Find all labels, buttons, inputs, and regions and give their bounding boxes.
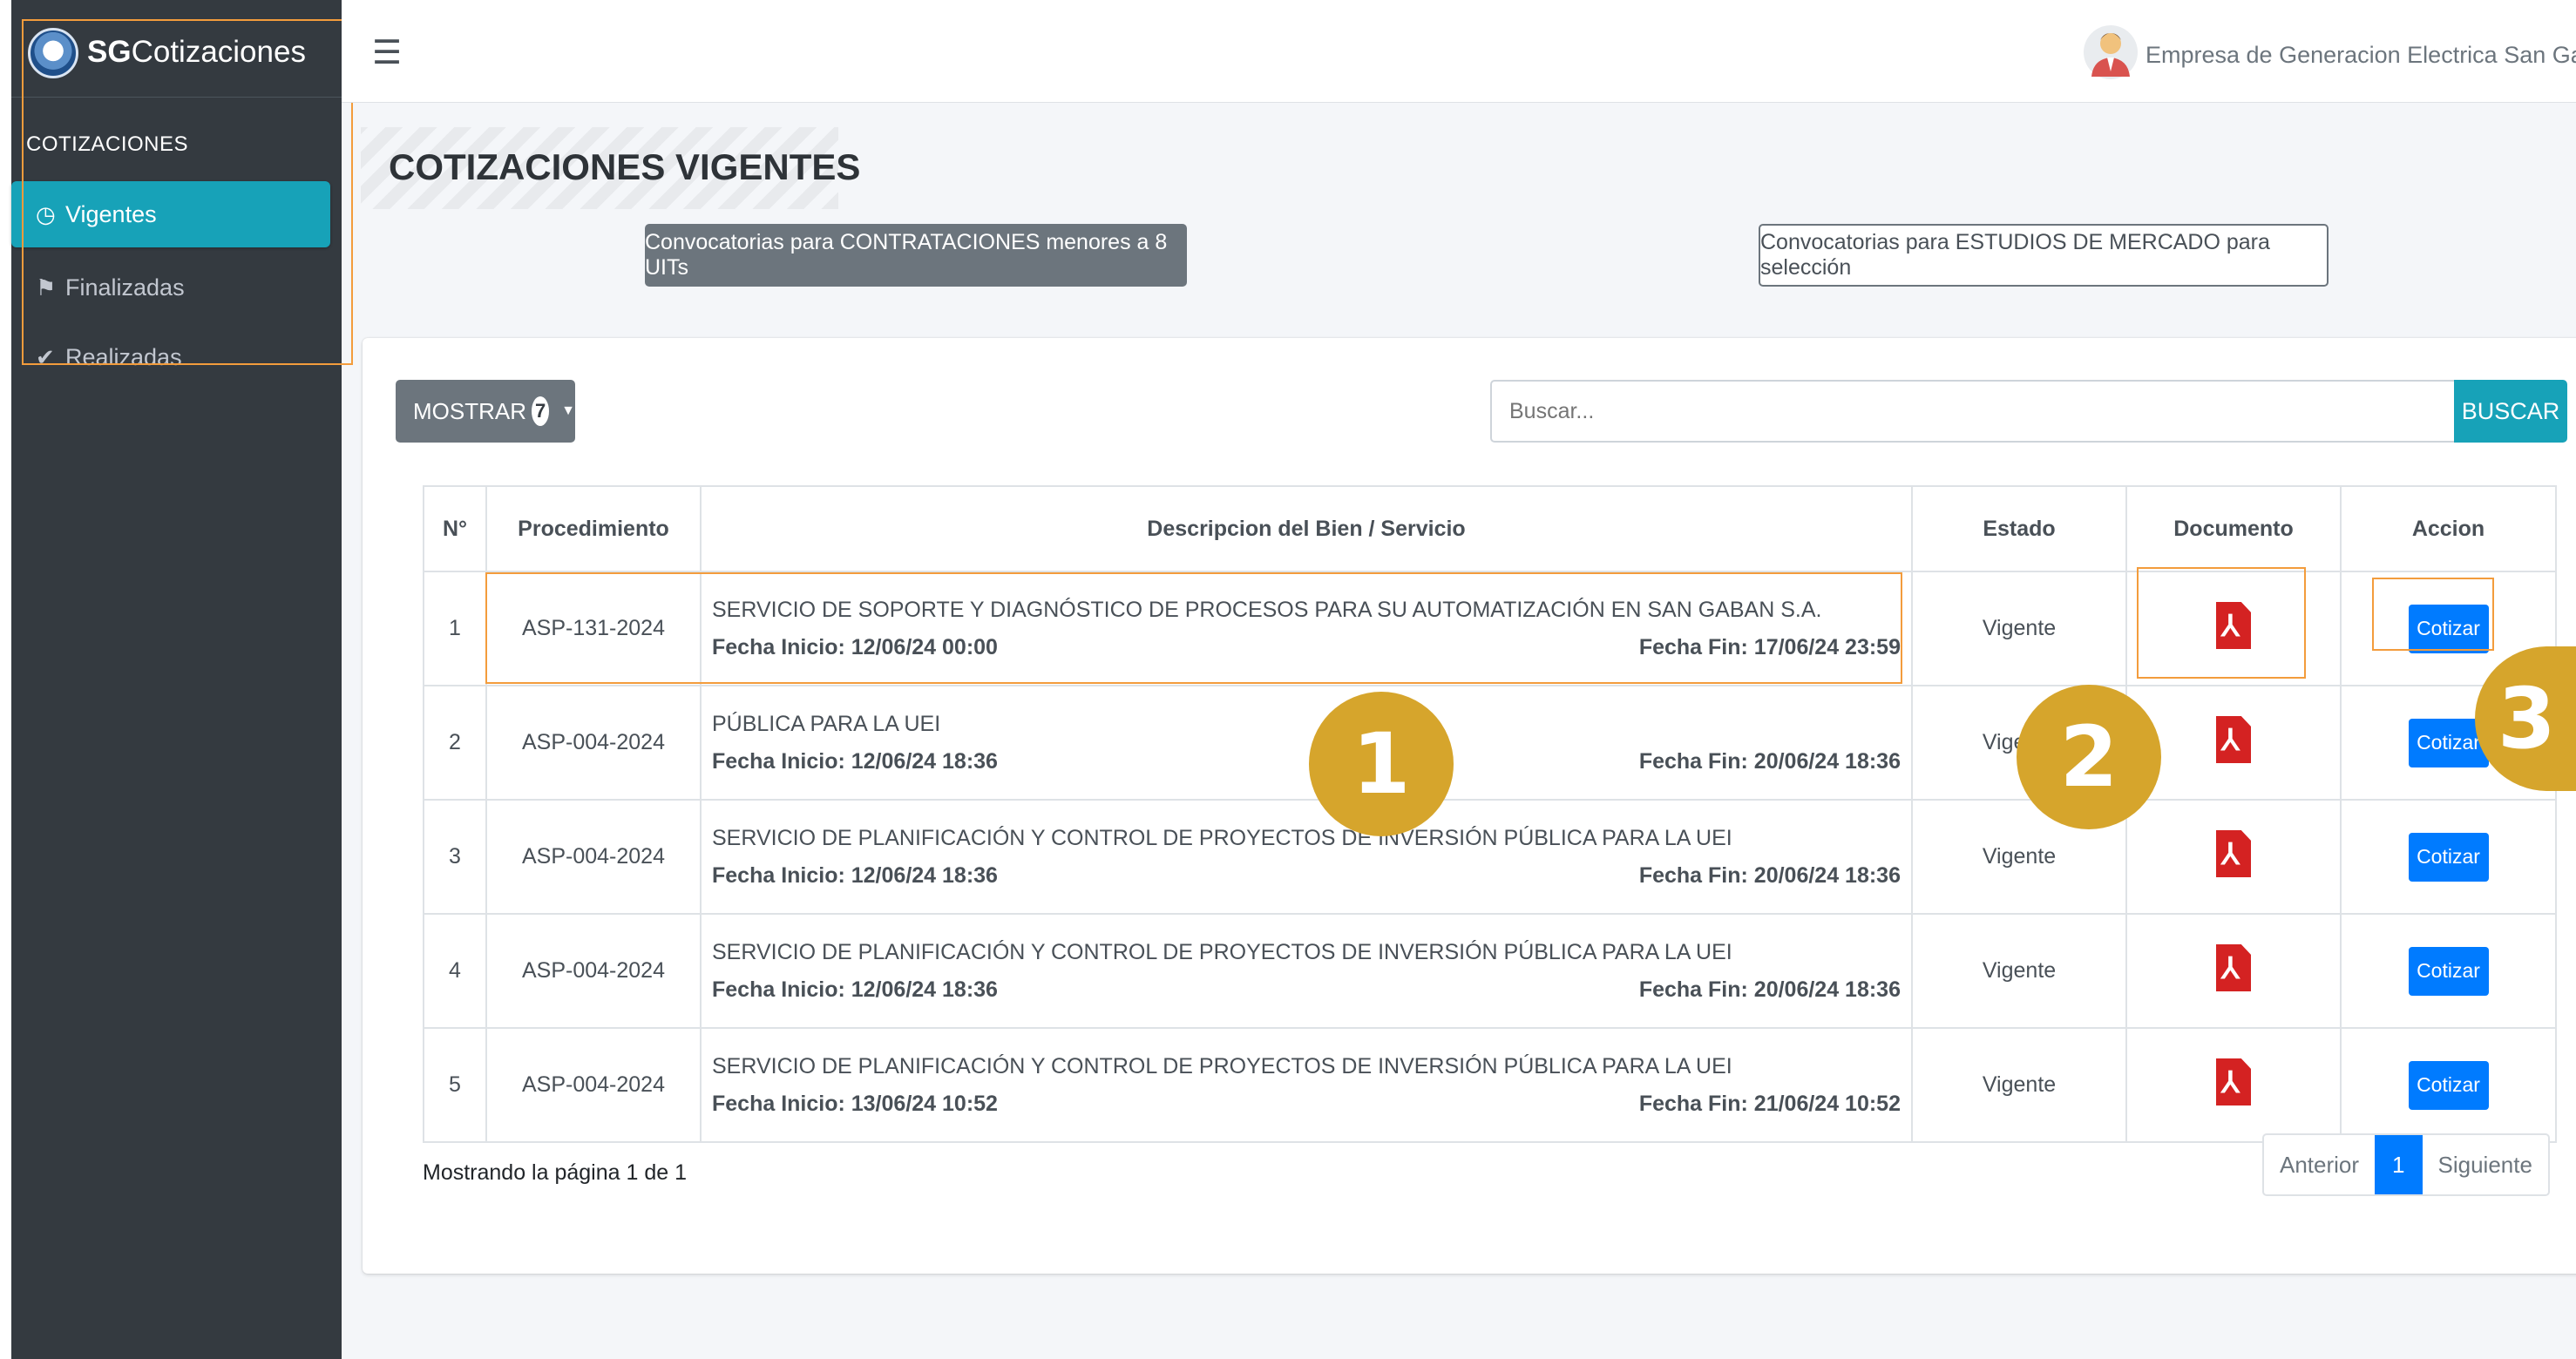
description-cell: PÚBLICA PARA LA UEI Fecha Inicio: 12/06/… <box>700 685 1913 801</box>
buscar-button[interactable]: BUSCAR <box>2454 380 2567 443</box>
pagination-info: Mostrando la página 1 de 1 <box>423 1160 687 1185</box>
search-input[interactable] <box>1490 380 2454 443</box>
user-company-name[interactable]: Empresa de Generacion Electrica San Gaba… <box>2146 42 2576 69</box>
pdf-icon[interactable] <box>2216 944 2251 991</box>
column-header: Procedimiento <box>485 485 702 572</box>
column-header: Descripcion del Bien / Servicio <box>700 485 1913 572</box>
description-text: PÚBLICA PARA LA UEI <box>712 711 941 736</box>
fecha-fin: Fecha Fin: 20/06/24 18:36 <box>1638 862 1901 888</box>
estado-cell: Vigente <box>1911 571 2127 686</box>
accion-cell: Cotizar <box>2340 913 2557 1029</box>
cotizar-button[interactable]: Cotizar <box>2408 1060 2489 1110</box>
procedimiento-cell: ASP-004-2024 <box>485 799 702 915</box>
table-header-row: N° Procedimiento Descripcion del Bien / … <box>423 485 2557 572</box>
row-number: 5 <box>423 1027 487 1143</box>
procedimiento-cell: ASP-004-2024 <box>485 1027 702 1143</box>
documento-cell <box>2125 799 2342 915</box>
description-cell: SERVICIO DE PLANIFICACIÓN Y CONTROL DE P… <box>700 799 1913 915</box>
highlight-sidebar-box <box>22 19 353 365</box>
hamburger-icon[interactable]: ☰ <box>372 33 402 72</box>
fecha-fin: Fecha Fin: 21/06/24 10:52 <box>1638 1091 1901 1116</box>
pdf-icon[interactable] <box>2216 716 2251 763</box>
accion-cell: Cotizar <box>2340 1027 2557 1143</box>
pdf-icon[interactable] <box>2216 1058 2251 1105</box>
pagination-page[interactable]: 1 <box>2375 1135 2423 1194</box>
pdf-icon[interactable] <box>2216 830 2251 877</box>
fecha-inicio: Fecha Inicio: 12/06/24 18:36 <box>712 862 998 888</box>
documento-cell <box>2125 913 2342 1029</box>
highlight-cotizar-button <box>2372 578 2494 651</box>
annotation-marker-2: 2 <box>2017 685 2161 829</box>
fecha-inicio: Fecha Inicio: 13/06/24 10:52 <box>712 1091 998 1116</box>
row-number: 3 <box>423 799 487 915</box>
pagination: Anterior 1 Siguiente <box>2262 1133 2550 1196</box>
mostrar-dropdown[interactable]: MOSTRAR 7 ▼ <box>396 380 575 443</box>
contrataciones-button[interactable]: Convocatorias para CONTRATACIONES menore… <box>645 224 1187 287</box>
table-row: 3 ASP-004-2024 SERVICIO DE PLANIFICACIÓN… <box>423 799 2557 915</box>
description-cell: SERVICIO DE PLANIFICACIÓN Y CONTROL DE P… <box>700 1027 1913 1143</box>
annotation-marker-1: 1 <box>1309 692 1454 836</box>
fecha-fin: Fecha Fin: 20/06/24 18:36 <box>1638 977 1901 1002</box>
column-header: N° <box>423 485 487 572</box>
table-row: 2 ASP-004-2024 PÚBLICA PARA LA UEI Fecha… <box>423 685 2557 801</box>
highlight-pdf-document <box>2137 567 2306 679</box>
description-text: SERVICIO DE PLANIFICACIÓN Y CONTROL DE P… <box>712 825 1732 850</box>
row-number: 2 <box>423 685 487 801</box>
cotizar-button[interactable]: Cotizar <box>2408 832 2489 882</box>
row-number: 4 <box>423 913 487 1029</box>
accion-cell: Cotizar <box>2340 799 2557 915</box>
pagination-prev[interactable]: Anterior <box>2264 1135 2375 1194</box>
description-text: SERVICIO DE PLANIFICACIÓN Y CONTROL DE P… <box>712 939 1732 964</box>
left-edge-strip <box>0 0 11 1359</box>
description-text: SERVICIO DE PLANIFICACIÓN Y CONTROL DE P… <box>712 1053 1732 1078</box>
description-cell: SERVICIO DE PLANIFICACIÓN Y CONTROL DE P… <box>700 913 1913 1029</box>
documento-cell <box>2125 1027 2342 1143</box>
pagination-next[interactable]: Siguiente <box>2423 1135 2548 1194</box>
fecha-fin: Fecha Fin: 20/06/24 18:36 <box>1638 748 1901 774</box>
user-avatar[interactable] <box>2083 21 2139 84</box>
row-number: 1 <box>423 571 487 686</box>
estudios-mercado-button[interactable]: Convocatorias para ESTUDIOS DE MERCADO p… <box>1759 224 2329 287</box>
cotizar-button[interactable]: Cotizar <box>2408 946 2489 996</box>
fecha-inicio: Fecha Inicio: 12/06/24 18:36 <box>712 977 998 1002</box>
table-row: 4 ASP-004-2024 SERVICIO DE PLANIFICACIÓN… <box>423 913 2557 1029</box>
column-header: Accion <box>2340 485 2557 572</box>
page-title: COTIZACIONES VIGENTES <box>389 146 861 187</box>
table-row: 5 ASP-004-2024 SERVICIO DE PLANIFICACIÓN… <box>423 1027 2557 1143</box>
estado-cell: Vigente <box>1911 913 2127 1029</box>
column-header: Estado <box>1911 485 2127 572</box>
mostrar-label: MOSTRAR <box>413 397 526 424</box>
procedimiento-cell: ASP-004-2024 <box>485 685 702 801</box>
procedimiento-cell: ASP-004-2024 <box>485 913 702 1029</box>
caret-down-icon: ▼ <box>561 403 575 418</box>
mostrar-count-badge: 7 <box>532 396 550 426</box>
estado-cell: Vigente <box>1911 1027 2127 1143</box>
fecha-inicio: Fecha Inicio: 12/06/24 18:36 <box>712 748 998 774</box>
column-header: Documento <box>2125 485 2342 572</box>
highlight-row-description <box>485 572 1902 684</box>
